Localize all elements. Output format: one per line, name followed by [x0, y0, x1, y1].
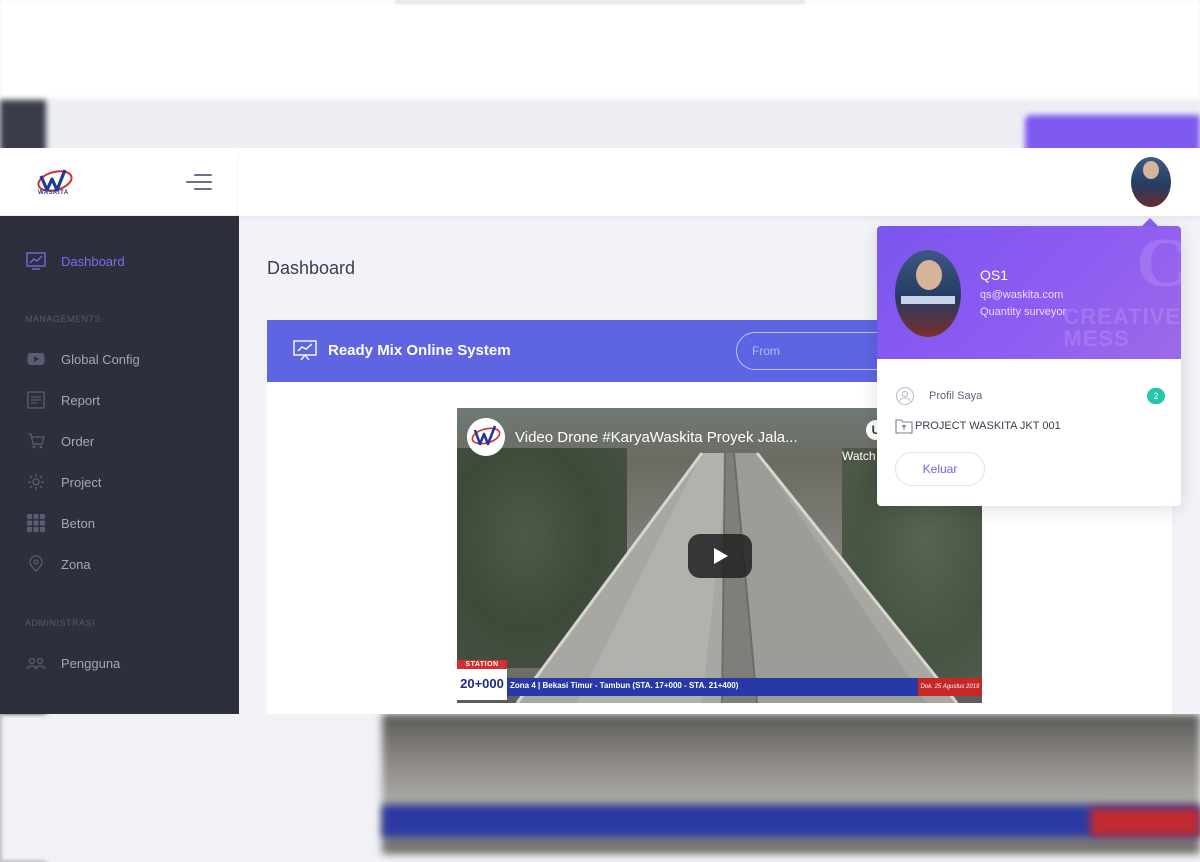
top-navbar	[239, 148, 1200, 216]
project-link-row[interactable]: PROJECT WASKITA JKT 001	[895, 415, 1165, 437]
profile-icon	[896, 387, 914, 405]
play-icon	[714, 548, 728, 564]
backdrop-top-bar	[395, 0, 805, 4]
sidebar-item-report[interactable]: Report	[0, 382, 239, 418]
profile-role: Quantity surveyor	[980, 306, 1067, 318]
card-title: Ready Mix Online System	[328, 342, 511, 359]
profile-header: C CREATIVE MESS QS1 qs@waskita.com Quant…	[877, 226, 1181, 359]
profile-name: QS1	[980, 267, 1009, 283]
sidebar-item-project[interactable]: Project	[0, 464, 239, 500]
youtube-icon	[26, 350, 46, 368]
video-title: Video Drone #KaryaWaskita Proyek Jala...	[515, 429, 798, 446]
video-date: Dok. 25 Agustus 2019	[918, 678, 982, 696]
sidebar-item-beton[interactable]: Beton	[0, 505, 239, 541]
folder-icon	[895, 419, 913, 434]
sidebar-item-label: Pengguna	[61, 655, 121, 671]
chart-icon	[26, 252, 46, 270]
play-button[interactable]	[688, 534, 752, 578]
sidebar-item-label: Order	[61, 433, 95, 449]
video-banner-text: Zona 4 | Bekasi Timur - Tambun (STA. 17+…	[510, 681, 739, 690]
logout-button[interactable]: Keluar	[895, 452, 985, 486]
profile-link-label: Profil Saya	[929, 390, 983, 402]
users-icon	[26, 654, 46, 672]
header-decoration-letter: C	[1136, 226, 1181, 302]
page-title: Dashboard	[267, 258, 356, 278]
project-icon	[26, 473, 46, 491]
sidebar-item-global-config[interactable]: Global Config	[0, 341, 239, 377]
section-heading-managements: MANAGEMENTS	[25, 314, 102, 324]
watch-later-label[interactable]: Watch	[842, 449, 876, 463]
station-value: 20+000	[460, 676, 504, 691]
logo-text: WASKITA	[38, 190, 69, 196]
sidebar-item-label: Beton	[61, 515, 95, 531]
presentation-chart-icon	[293, 340, 317, 361]
sidebar-item-zona[interactable]: Zona	[0, 546, 239, 582]
sidebar-item-label: Report	[61, 392, 101, 408]
map-pin-icon	[26, 555, 46, 573]
sidebar-item-dashboard[interactable]: Dashboard	[0, 243, 239, 279]
profile-link-row[interactable]: Profil Saya 2	[895, 385, 1165, 407]
sidebar-item-pengguna[interactable]: Pengguna	[0, 645, 239, 681]
grid-icon	[26, 514, 46, 532]
report-icon	[26, 391, 46, 409]
backdrop-top	[0, 0, 1200, 100]
video-banner: Zona 4 | Bekasi Timur - Tambun (STA. 17+…	[507, 678, 982, 696]
profile-dropdown: C CREATIVE MESS QS1 qs@waskita.com Quant…	[877, 226, 1181, 506]
menu-toggle-button[interactable]	[186, 172, 212, 192]
sidebar-item-label: Zona	[61, 556, 91, 572]
station-label: STATION	[465, 661, 499, 668]
sidebar-item-label: Global Config	[61, 351, 140, 367]
header-decoration-text: CREATIVE MESS	[1063, 306, 1181, 350]
brand-area: WASKITA	[0, 148, 239, 216]
backdrop-red	[1090, 808, 1200, 836]
channel-logo-icon	[467, 418, 505, 456]
sidebar-item-label: Dashboard	[61, 253, 125, 269]
station-box: STATION 20+000	[457, 660, 507, 700]
user-avatar-button[interactable]	[1131, 157, 1171, 207]
cart-icon	[26, 432, 46, 450]
sidebar: Dashboard MANAGEMENTS Global Config Repo…	[0, 216, 239, 714]
backdrop-banner	[382, 805, 1200, 837]
profile-email: qs@waskita.com	[980, 289, 1064, 301]
notification-badge: 2	[1147, 388, 1165, 404]
decor-word-1: CREATIVE	[1063, 304, 1181, 329]
section-heading-administrasi: ADMINISTRASI	[25, 618, 96, 628]
project-link-label: PROJECT WASKITA JKT 001	[915, 420, 1061, 432]
sidebar-item-order[interactable]: Order	[0, 423, 239, 459]
sidebar-item-label: Project	[61, 474, 102, 490]
backdrop-band	[0, 100, 1200, 148]
decor-word-2: MESS	[1063, 326, 1130, 351]
profile-avatar	[895, 250, 961, 337]
